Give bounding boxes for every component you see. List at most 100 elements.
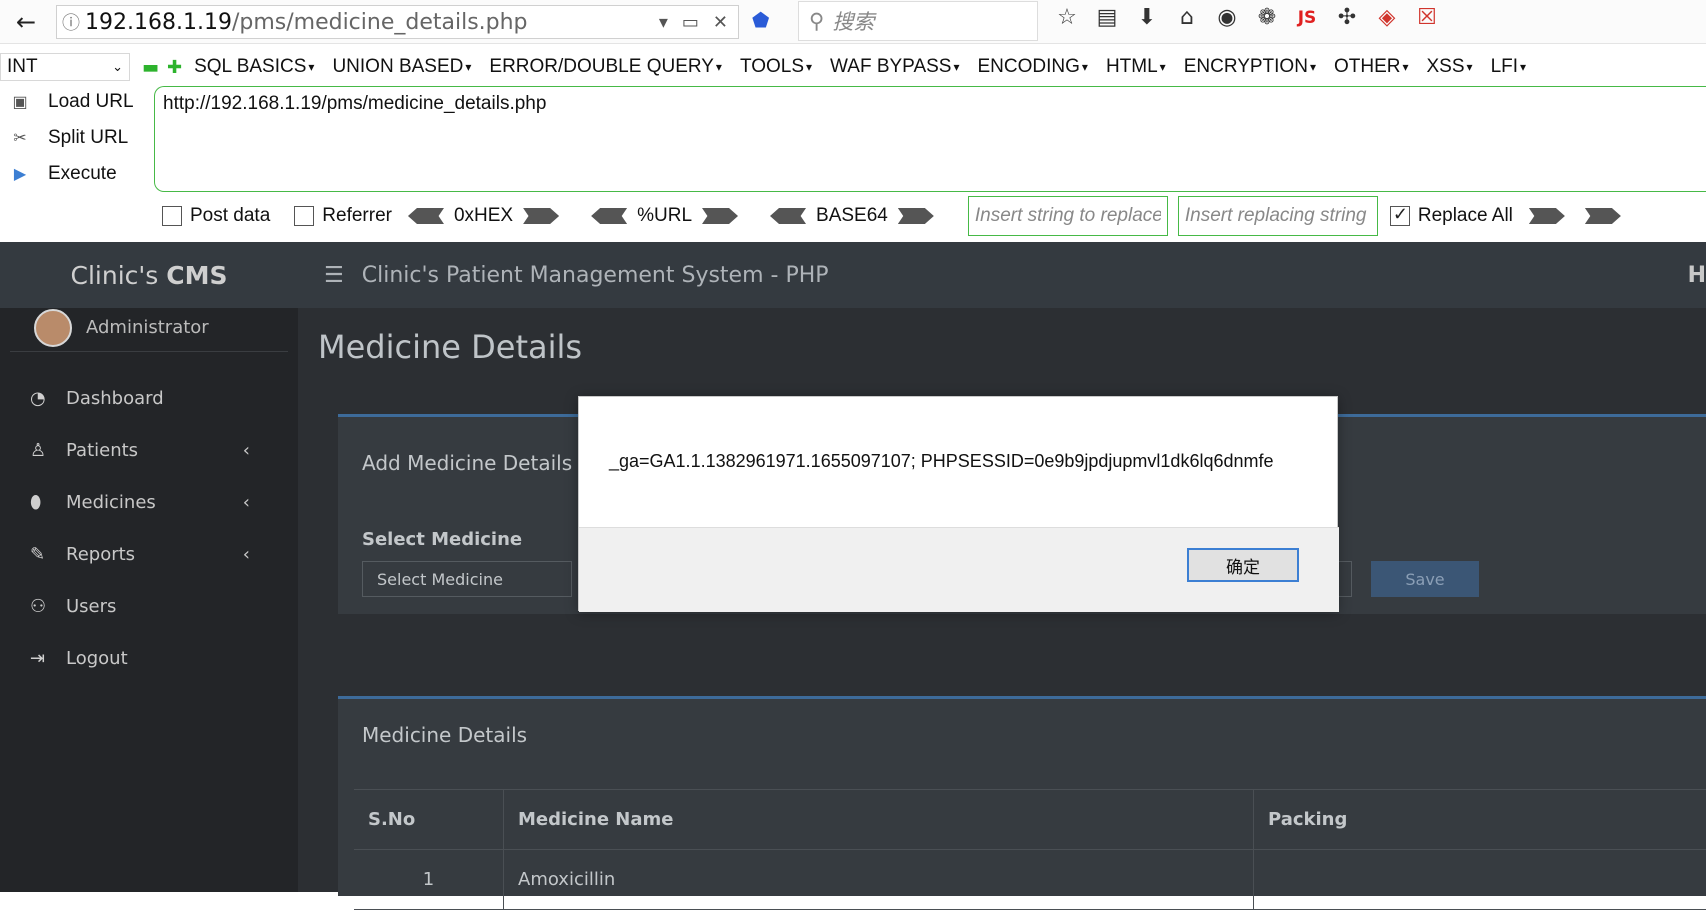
arrow-left-icon[interactable]	[591, 208, 628, 224]
hackbar-menu: INT ⌄ ▬ ✚ SQL BASICS ▾ UNION BASED ▾ ERROR…	[0, 50, 1706, 84]
hamburger-icon[interactable]: ☰	[324, 263, 344, 288]
column-header-packing[interactable]: Packing	[1254, 790, 1706, 850]
post-data-option[interactable]: Post data	[162, 205, 270, 227]
referrer-checkbox[interactable]	[294, 205, 315, 226]
reader-icon[interactable]: ▤	[1092, 5, 1122, 30]
arrow-right-icon[interactable]	[1528, 208, 1565, 224]
sidebar-item-medicines[interactable]: ⬮ Medicines ‹	[0, 476, 298, 528]
download-icon[interactable]: ⬇	[1132, 5, 1162, 30]
menu-waf-bypass[interactable]: WAF BYPASS ▾	[830, 56, 959, 78]
hackbar-url-textarea[interactable]: http://192.168.1.19/pms/medicine_details…	[154, 86, 1706, 192]
avatar	[34, 308, 72, 347]
menu-encryption[interactable]: ENCRYPTION ▾	[1184, 56, 1316, 78]
execute-button[interactable]: ▶ Execute	[0, 156, 150, 192]
save-button[interactable]: Save	[1371, 561, 1479, 597]
user-panel[interactable]: Administrator	[10, 308, 288, 352]
menu-xss[interactable]: XSS ▾	[1427, 56, 1473, 78]
arrow-right-icon[interactable]	[897, 208, 934, 224]
topbar-user-menu[interactable]: H	[1688, 263, 1706, 288]
load-url-button[interactable]: ▣ Load URL	[0, 84, 150, 120]
menu-label: ENCRYPTION	[1183, 56, 1308, 77]
menu-other[interactable]: OTHER ▾	[1334, 56, 1409, 78]
sidebar-item-label: Dashboard	[66, 387, 164, 409]
menu-html[interactable]: HTML ▾	[1106, 56, 1166, 78]
select-medicine-dropdown[interactable]: Select Medicine	[362, 561, 572, 597]
bug-icon[interactable]: ✣	[1332, 5, 1362, 30]
ok-button[interactable]: 确定	[1187, 548, 1299, 582]
menu-label: LFI	[1490, 56, 1519, 77]
menu-label: OTHER	[1333, 56, 1401, 77]
replace-all-checkbox[interactable]	[1389, 204, 1410, 226]
replace-all-option[interactable]: Replace All	[1389, 204, 1513, 227]
replace-all-label: Replace All	[1417, 205, 1513, 226]
sidebar-item-reports[interactable]: ✎ Reports ‹	[0, 528, 298, 580]
menu-label: HTML	[1105, 56, 1158, 77]
referrer-option[interactable]: Referrer	[294, 205, 392, 227]
sidebar-item-logout[interactable]: ⇥ Logout	[0, 632, 298, 684]
sidebar-nav: ◔ Dashboard ♙ Patients ‹ ⬮ Medicines ‹ ✎ Repor…	[0, 372, 298, 684]
shield-red-icon[interactable]: ◈	[1372, 5, 1402, 30]
dropdown-arrow-icon[interactable]: ▾	[659, 12, 668, 33]
close-icon[interactable]: ✕	[713, 12, 728, 33]
menu-label: SQL BASICS	[194, 56, 307, 77]
menu-lfi[interactable]: LFI ▾	[1491, 56, 1526, 78]
toolbar-icons: ☆ ▤ ⬇ ⌂ ◉ ❁ JS ✣ ◈ ☒	[1052, 5, 1442, 30]
arrow-left-icon[interactable]	[770, 208, 807, 224]
gauge-icon: ◔	[30, 387, 46, 409]
card-title: Medicine Details	[362, 723, 528, 747]
back-button[interactable]: ←	[8, 4, 44, 40]
sidebar-item-users[interactable]: ⚇ Users	[0, 580, 298, 632]
arrow-right-icon[interactable]	[523, 208, 560, 224]
chevron-left-icon: ‹	[242, 491, 250, 513]
info-icon[interactable]: ⓘ	[57, 9, 85, 35]
menu-union-based[interactable]: UNION BASED ▾	[332, 56, 471, 78]
column-header-name[interactable]: Medicine Name	[504, 789, 1254, 850]
select-medicine-label: Select Medicine	[362, 529, 523, 550]
blocked-icon[interactable]: ☒	[1412, 5, 1442, 30]
arrow-right-icon[interactable]	[702, 208, 739, 224]
chevron-down-icon: ⌄	[112, 59, 123, 74]
minus-icon[interactable]: ▬	[142, 57, 159, 78]
menu-tools[interactable]: TOOLS ▾	[740, 56, 812, 78]
card-title: Add Medicine Details	[362, 451, 573, 475]
replace-from-input[interactable]: Insert string to replace	[967, 196, 1168, 236]
column-header-sno[interactable]: S.No	[354, 789, 504, 850]
bookmark-star-icon[interactable]: ☆	[1052, 5, 1082, 30]
menu-label: ERROR/DOUBLE QUERY	[489, 56, 714, 77]
cell-packing	[1254, 850, 1706, 910]
arrow-left-icon[interactable]	[407, 208, 444, 224]
menu-sql-basics[interactable]: SQL BASICS ▾	[194, 56, 314, 78]
chevron-left-icon: ‹	[242, 439, 250, 461]
network-icon[interactable]: ▭	[682, 12, 699, 33]
injection-type-select[interactable]: INT ⌄	[0, 53, 130, 81]
edit-icon: ✎	[30, 543, 46, 565]
menu-error-double-query[interactable]: ERROR/DOUBLE QUERY ▾	[489, 56, 722, 78]
arrow-right-icon[interactable]	[1584, 208, 1621, 224]
address-bar[interactable]: ⓘ 192.168.1.19/pms/medicine_details.php …	[56, 5, 739, 39]
split-url-label: Split URL	[48, 127, 129, 148]
menu-encoding[interactable]: ENCODING ▾	[978, 56, 1088, 78]
sidebar-item-label: Logout	[66, 647, 128, 669]
split-url-button[interactable]: ✂ Split URL	[0, 120, 150, 156]
alert-dialog: _ga=GA1.1.1382961971.1655097107; PHPSESS…	[578, 396, 1339, 612]
plus-icon[interactable]: ✚	[167, 57, 182, 78]
js-icon[interactable]: JS	[1292, 8, 1322, 28]
topbar-title: Clinic's Patient Management System - PHP	[361, 262, 829, 288]
sidebar-item-patients[interactable]: ♙ Patients ‹	[0, 424, 298, 476]
url-encode-label: %URL	[637, 205, 693, 226]
post-data-checkbox[interactable]	[162, 205, 182, 226]
brand-logo[interactable]: Clinic's CMS	[0, 242, 298, 308]
load-url-label: Load URL	[48, 91, 134, 112]
search-input[interactable]: ⚲ 搜索	[798, 1, 1038, 41]
globe-icon[interactable]: ◉	[1212, 5, 1242, 30]
sidebar-item-dashboard[interactable]: ◔ Dashboard	[0, 372, 298, 424]
brand-suffix: CMS	[166, 260, 228, 290]
execute-label: Execute	[48, 163, 117, 184]
palette-icon[interactable]: ❁	[1252, 5, 1282, 30]
extension-icon[interactable]: ⬟	[752, 8, 769, 32]
load-icon: ▣	[12, 94, 28, 111]
home-icon[interactable]: ⌂	[1172, 5, 1202, 30]
hackbar-options-row: Post data Referrer 0xHEX %URL BASE64 Ins…	[0, 196, 1706, 236]
replace-to-input[interactable]: Insert replacing string	[1177, 196, 1378, 236]
menu-label: UNION BASED	[332, 56, 464, 77]
